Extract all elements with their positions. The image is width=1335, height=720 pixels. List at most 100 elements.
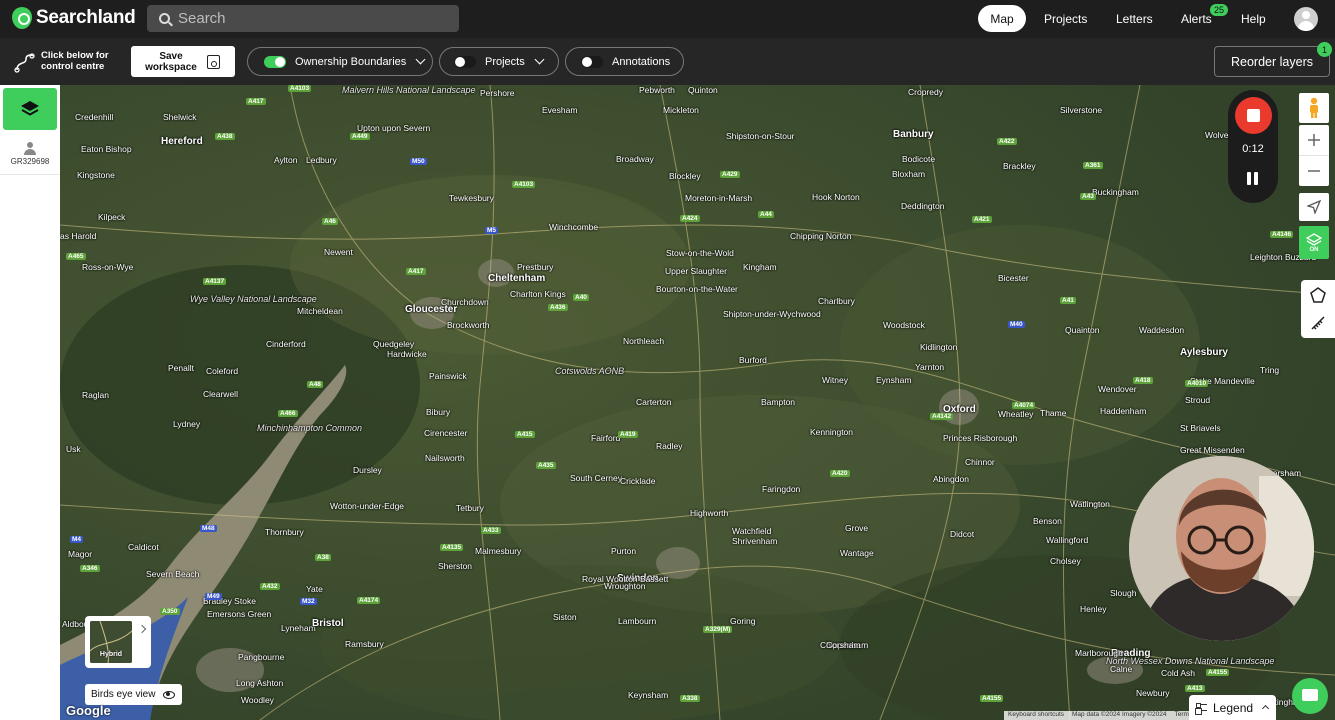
nav-projects[interactable]: Projects xyxy=(1044,5,1087,32)
map-place-label: Faringdon xyxy=(762,484,801,494)
map-place-label: Deddington xyxy=(901,201,945,211)
map-place-label: Cold Ash xyxy=(1161,668,1196,678)
layers-panel-button[interactable] xyxy=(3,88,57,130)
projects-dropdown[interactable]: Projects xyxy=(439,47,559,76)
road-shield: M48 xyxy=(200,525,217,532)
search-input[interactable]: Search xyxy=(147,5,459,32)
nav-letters[interactable]: Letters xyxy=(1116,5,1153,32)
map-place-label: Wallingford xyxy=(1046,535,1089,545)
nav-map[interactable]: Map xyxy=(978,5,1026,32)
chevron-down-icon xyxy=(534,54,545,65)
map-place-label: Prestbury xyxy=(517,262,554,272)
person-icon xyxy=(24,141,36,155)
road-shield: A449 xyxy=(350,133,370,140)
webcam-video-overlay xyxy=(1129,456,1314,641)
map-place-label: Newent xyxy=(324,247,353,257)
map-place-label: Fairford xyxy=(591,433,621,443)
road-shield: A422 xyxy=(997,138,1017,145)
projects-toggle[interactable] xyxy=(454,55,476,68)
map-place-label: Highworth xyxy=(690,508,729,518)
map-place-label: Bloxham xyxy=(892,169,926,179)
save-icon xyxy=(207,54,220,69)
control-centre-icon xyxy=(14,53,35,73)
ownership-boundaries-label: Ownership Boundaries xyxy=(295,55,407,68)
map-place-label: Cholsey xyxy=(1050,556,1081,566)
street-view-pegman-button[interactable] xyxy=(1299,93,1329,123)
locate-me-button[interactable] xyxy=(1299,193,1329,221)
map-place-label: Eaton Bishop xyxy=(81,144,132,154)
map-place-label: Burford xyxy=(739,355,767,365)
save-workspace-button[interactable]: Save workspace xyxy=(131,46,235,77)
chevron-down-icon xyxy=(415,54,426,65)
reorder-layers-badge: 1 xyxy=(1317,42,1332,57)
annotations-toggle[interactable] xyxy=(581,55,603,68)
nav-alerts[interactable]: Alerts xyxy=(1181,5,1212,32)
road-shield: A466 xyxy=(278,410,298,417)
map-place-label: Kingstone xyxy=(77,170,115,180)
map-place-label: Brockworth xyxy=(447,320,490,330)
pause-recording-button[interactable] xyxy=(1247,172,1259,185)
map-place-label: Wroughton xyxy=(604,581,646,591)
map-place-label: Shrivenham xyxy=(732,536,778,546)
map-place-label: Siston xyxy=(553,612,577,622)
map-place-label: Kidlington xyxy=(920,342,958,352)
map-place-label: Caldicot xyxy=(128,542,159,552)
attribution-link[interactable]: Map data ©2024 Imagery ©2024 xyxy=(1072,711,1167,720)
legend-button[interactable]: Legend xyxy=(1189,695,1276,720)
map-place-label: Kennington xyxy=(810,427,854,437)
zoom-out-button[interactable] xyxy=(1299,155,1329,186)
brand-logo[interactable]: Searchland xyxy=(12,7,136,29)
map-place-label: Cirencester xyxy=(424,428,468,438)
satellite-map[interactable]: Credenhill Shelwick Hereford Eaton Bishop Ki… xyxy=(60,85,1335,720)
road-shield: A435 xyxy=(536,462,556,469)
zoom-in-button[interactable] xyxy=(1299,125,1329,155)
map-place-label: Eynsham xyxy=(876,375,912,385)
map-place-label: Aylton xyxy=(274,155,298,165)
ownership-boundaries-toggle[interactable] xyxy=(264,55,286,68)
control-centre-hint: Click below for control centre xyxy=(41,50,109,72)
minus-icon xyxy=(1308,170,1320,172)
stop-recording-button[interactable] xyxy=(1235,97,1272,134)
polygon-draw-icon[interactable] xyxy=(1310,287,1326,303)
road-shield: A4074 xyxy=(1012,402,1036,409)
map-place-label: Keynsham xyxy=(628,690,669,700)
nav-help[interactable]: Help xyxy=(1241,5,1266,32)
map-layers-toggle[interactable]: ON xyxy=(1299,226,1329,259)
map-place-label: Stroud xyxy=(1185,395,1211,405)
ruler-measure-icon[interactable] xyxy=(1310,315,1326,331)
map-place-label: Credenhill xyxy=(75,112,114,122)
annotations-pill[interactable]: Annotations xyxy=(565,47,684,76)
map-place-label: Quinton xyxy=(688,85,718,95)
map-place-label: Winchcombe xyxy=(549,222,599,232)
chat-support-button[interactable] xyxy=(1292,678,1328,714)
road-shield: A420 xyxy=(830,470,850,477)
road-shield: A46 xyxy=(322,218,338,225)
road-shield: M32 xyxy=(300,598,317,605)
map-place-label: Princes Risborough xyxy=(943,433,1018,443)
user-avatar[interactable] xyxy=(1294,7,1318,31)
map-place-label: Kingham xyxy=(743,262,777,272)
plus-icon xyxy=(1308,134,1320,146)
attribution-link[interactable]: Keyboard shortcuts xyxy=(1008,711,1064,720)
map-place-label: Lambourn xyxy=(618,616,657,626)
birds-eye-view-button[interactable]: Birds eye view xyxy=(85,684,182,705)
reorder-layers-button[interactable]: Reorder layers xyxy=(1214,46,1330,77)
map-place-label: Wheatley xyxy=(998,409,1034,419)
search-placeholder: Search xyxy=(178,10,226,27)
parcel-owner-entry[interactable]: GR329698 xyxy=(0,133,60,175)
map-place-label: Charlbury xyxy=(818,296,855,306)
navigation-arrow-icon xyxy=(1307,200,1321,214)
map-place-label: Kilpeck xyxy=(98,212,126,222)
road-shield: A465 xyxy=(66,253,86,260)
road-shield: A419 xyxy=(618,431,638,438)
map-place-label: Coleford xyxy=(206,366,239,376)
map-place-label: Corsham xyxy=(826,640,861,650)
map-place-label: Shelwick xyxy=(163,112,197,122)
map-place-label: Hardwicke xyxy=(387,349,427,359)
road-shield: A44 xyxy=(758,211,774,218)
map-place-label: Moreton-in-Marsh xyxy=(685,193,753,203)
ownership-boundaries-dropdown[interactable]: Ownership Boundaries xyxy=(247,47,433,76)
map-place-label: Silverstone xyxy=(1060,105,1103,115)
road-shield: A4174 xyxy=(357,597,381,604)
road-shield: A438 xyxy=(215,133,235,140)
